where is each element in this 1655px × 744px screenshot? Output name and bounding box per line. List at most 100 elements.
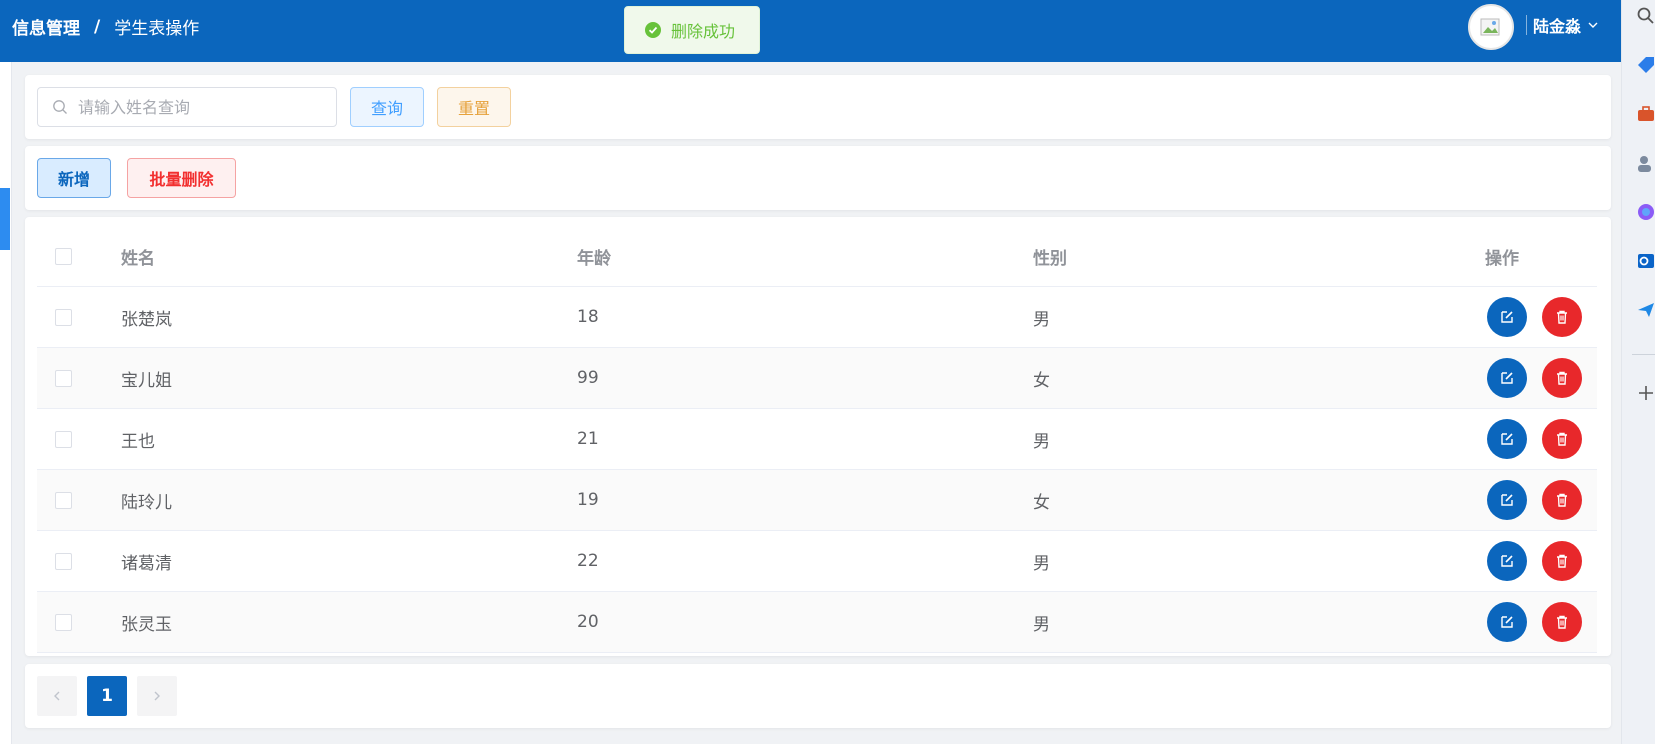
edit-icon <box>1501 555 1513 567</box>
plus-icon[interactable] <box>1636 383 1655 403</box>
next-page-button[interactable] <box>137 676 177 716</box>
row-checkbox[interactable] <box>55 369 72 387</box>
breadcrumb-current: 学生表操作 <box>114 19 200 39</box>
edit-button[interactable] <box>1487 419 1527 459</box>
batch-delete-button[interactable]: 批量删除 <box>127 158 236 198</box>
cell-age: 99 <box>577 368 599 388</box>
cell-age: 20 <box>577 612 599 632</box>
trash-icon <box>1557 432 1567 446</box>
column-header-age[interactable]: 年龄 <box>577 244 611 269</box>
delete-button[interactable] <box>1542 358 1582 398</box>
delete-button[interactable] <box>1542 419 1582 459</box>
edit-icon <box>1501 372 1513 384</box>
cell-name: 宝儿姐 <box>121 370 172 391</box>
search-card: 查询 重置 <box>25 75 1611 139</box>
row-checkbox[interactable] <box>55 430 72 448</box>
edit-button[interactable] <box>1487 358 1527 398</box>
edit-icon <box>1501 433 1513 445</box>
trash-icon <box>1557 554 1567 568</box>
cell-age: 22 <box>577 551 599 571</box>
success-toast: 删除成功 <box>624 6 760 54</box>
add-button[interactable]: 新增 <box>37 158 111 198</box>
header-divider <box>1525 15 1527 35</box>
edit-button[interactable] <box>1487 297 1527 337</box>
breadcrumb-separator: / <box>94 16 101 37</box>
search-input[interactable] <box>78 97 318 117</box>
chevron-right-icon <box>154 691 160 701</box>
cell-gender: 男 <box>1033 309 1050 330</box>
user-menu[interactable]: 陆金淼 <box>1467 0 1599 50</box>
cell-gender: 男 <box>1033 553 1050 574</box>
cell-age: 19 <box>577 490 599 510</box>
breadcrumb-root[interactable]: 信息管理 <box>12 14 80 39</box>
cell-name: 陆玲儿 <box>121 492 172 513</box>
prev-page-button[interactable] <box>37 676 77 716</box>
reset-button[interactable]: 重置 <box>437 87 511 127</box>
student-table: 姓名 年龄 性别 操作 张楚岚 18 男 宝儿姐 99 女 王也 21 男 陆玲… <box>37 227 1597 653</box>
cell-gender: 女 <box>1033 492 1050 513</box>
breadcrumb: 信息管理 / 学生表操作 <box>12 14 200 40</box>
delete-button[interactable] <box>1542 541 1582 581</box>
column-header-name[interactable]: 姓名 <box>121 244 155 269</box>
chevron-down-icon[interactable] <box>1587 19 1599 31</box>
briefcase-icon[interactable] <box>1636 104 1655 124</box>
select-all-checkbox[interactable] <box>55 248 72 265</box>
copilot-icon[interactable] <box>1636 202 1655 222</box>
page-number-button[interactable]: 1 <box>87 676 127 716</box>
table-row: 张灵玉 20 男 <box>37 592 1597 653</box>
trash-icon <box>1557 493 1567 507</box>
edit-icon <box>1501 311 1513 323</box>
table-row: 宝儿姐 99 女 <box>37 348 1597 409</box>
row-checkbox[interactable] <box>55 491 72 509</box>
toolbar-divider <box>1632 354 1655 355</box>
cell-age: 18 <box>577 307 599 327</box>
pagination-card: 1 <box>25 664 1611 728</box>
edit-icon <box>1501 494 1513 506</box>
active-menu-indicator <box>0 188 10 250</box>
check-circle-icon <box>645 22 661 38</box>
tag-icon[interactable] <box>1636 55 1655 75</box>
cell-gender: 男 <box>1033 431 1050 452</box>
delete-button[interactable] <box>1542 602 1582 642</box>
table-header-row: 姓名 年龄 性别 操作 <box>37 227 1597 287</box>
table-row: 陆玲儿 19 女 <box>37 470 1597 531</box>
broken-image-icon <box>1480 18 1500 36</box>
cell-gender: 男 <box>1033 614 1050 635</box>
search-icon[interactable] <box>1636 6 1655 26</box>
trash-icon <box>1557 371 1567 385</box>
edit-button[interactable] <box>1487 541 1527 581</box>
actions-card: 新增 批量删除 <box>25 146 1611 210</box>
people-icon[interactable] <box>1636 153 1655 173</box>
top-header: 信息管理 / 学生表操作 陆金淼 <box>0 0 1621 62</box>
username[interactable]: 陆金淼 <box>1533 13 1581 37</box>
search-icon <box>53 100 67 114</box>
table-card: 姓名 年龄 性别 操作 张楚岚 18 男 宝儿姐 99 女 王也 21 男 陆玲… <box>25 217 1611 656</box>
trash-icon <box>1557 615 1567 629</box>
avatar[interactable] <box>1467 4 1514 50</box>
edit-button[interactable] <box>1487 602 1527 642</box>
cell-name: 张楚岚 <box>121 309 172 330</box>
browser-side-toolbar <box>1621 0 1655 744</box>
outlook-icon[interactable] <box>1636 251 1655 271</box>
toast-message: 删除成功 <box>671 22 736 41</box>
delete-button[interactable] <box>1542 297 1582 337</box>
search-box[interactable] <box>37 87 337 127</box>
edit-icon <box>1501 616 1513 628</box>
chevron-left-icon <box>54 691 60 701</box>
row-checkbox[interactable] <box>55 308 72 326</box>
query-button[interactable]: 查询 <box>350 87 424 127</box>
send-icon[interactable] <box>1636 300 1655 320</box>
cell-age: 21 <box>577 429 599 449</box>
row-checkbox[interactable] <box>55 552 72 570</box>
trash-icon <box>1557 310 1567 324</box>
table-row: 张楚岚 18 男 <box>37 287 1597 348</box>
row-checkbox[interactable] <box>55 613 72 631</box>
table-row: 王也 21 男 <box>37 409 1597 470</box>
cell-gender: 女 <box>1033 370 1050 391</box>
left-sidebar-edge <box>0 62 12 744</box>
delete-button[interactable] <box>1542 480 1582 520</box>
column-header-ops: 操作 <box>1485 249 1519 269</box>
edit-button[interactable] <box>1487 480 1527 520</box>
column-header-gender[interactable]: 性别 <box>1033 244 1067 269</box>
table-row: 诸葛清 22 男 <box>37 531 1597 592</box>
